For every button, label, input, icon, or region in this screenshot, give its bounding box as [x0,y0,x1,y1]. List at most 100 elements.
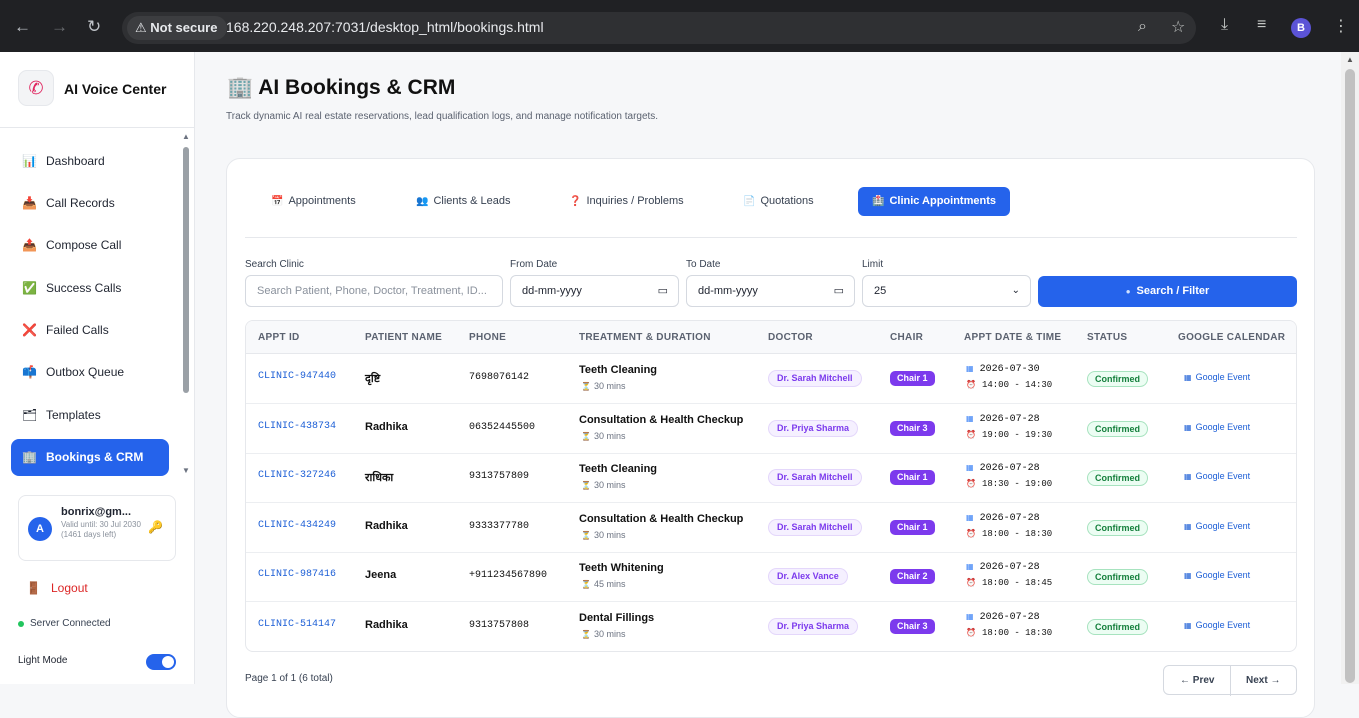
sidebar-item-compose-call[interactable]: 📤 Compose Call [11,227,169,264]
to-date-input[interactable]: dd-mm-yyyy ▭ [686,275,855,307]
days-left: (1461 days left) [61,530,117,539]
table-row[interactable]: CLINIC-987416 Jeena +911234567890 Teeth … [246,552,1296,602]
to-date-value: dd-mm-yyyy [698,285,758,297]
url-text[interactable]: 168.220.248.207:7031/desktop_html/bookin… [226,19,544,35]
phone: 9333377780 [469,521,530,532]
sidebar-item-success-calls[interactable]: ✅ Success Calls [11,270,169,307]
alarm-clock-icon: ⏰ [966,529,976,538]
appt-date: ▦ 2026-07-28 [966,513,1040,524]
prev-page-button[interactable]: ← Prev [1180,675,1214,686]
sidebar-item-label: Outbox Queue [46,365,125,379]
reload-icon[interactable]: ↻ [87,17,101,37]
appt-date: ▦ 2026-07-30 [966,364,1040,375]
duration-value: 45 mins [593,579,626,589]
column-header[interactable]: APPT DATE & TIME [964,332,1061,343]
time-value: 18:00 - 18:30 [981,628,1053,638]
phone: 7698076142 [469,372,530,383]
appt-id-link[interactable]: CLINIC-434249 [258,520,336,531]
tab-inquiries[interactable]: ❓ Inquiries / Problems [555,187,698,216]
scroll-up-icon[interactable]: ▲ [182,132,190,141]
google-event-link[interactable]: ▦ Google Event [1184,521,1250,531]
page-scroll-thumb[interactable] [1345,69,1355,683]
calendar-icon: ▦ [966,513,974,522]
table-row[interactable]: CLINIC-434249 Radhika 9333377780 Consult… [246,503,1296,553]
appt-id-link[interactable]: CLINIC-514147 [258,619,336,630]
sidebar-item-bookings-crm[interactable]: 🏢 Bookings & CRM [11,439,169,476]
zoom-icon[interactable]: ⌕ [1138,18,1147,36]
media-queue-icon[interactable]: ≡ [1257,16,1266,34]
table-row[interactable]: CLINIC-327246 राधिका 9313757809 Teeth Cl… [246,453,1296,503]
google-event-link[interactable]: ▦ Google Event [1184,372,1250,382]
from-date-value: dd-mm-yyyy [522,285,582,297]
next-page-button[interactable]: Next → [1246,675,1280,686]
page-scrollbar[interactable]: ▲ [1341,52,1359,684]
appt-id-link[interactable]: CLINIC-947440 [258,371,336,382]
search-filter-button[interactable]: ● Search / Filter [1038,276,1297,307]
address-bar[interactable]: ⚠ Not secure 168.220.248.207:7031/deskto… [122,12,1196,44]
limit-value: 25 [874,285,887,297]
column-header[interactable]: CHAIR [890,332,923,343]
status-badge: Confirmed [1087,619,1148,635]
column-header[interactable]: APPT ID [258,332,300,343]
time-value: 19:00 - 19:30 [981,430,1053,440]
google-event-link[interactable]: ▦ Google Event [1184,422,1250,432]
date-value: 2026-07-30 [979,364,1040,375]
key-icon[interactable]: 🔑 [148,520,163,534]
sidebar-item-label: Compose Call [46,238,122,252]
sidebar-item-outbox-queue[interactable]: 📫 Outbox Queue [11,354,169,391]
browser-menu-icon[interactable]: ⋮ [1333,16,1349,36]
calendar-icon[interactable]: ▭ [658,276,668,306]
appt-id-link[interactable]: CLINIC-438734 [258,421,336,432]
tab-appointments[interactable]: 📅 Appointments [257,187,370,216]
sidebar-item-templates[interactable]: 🗂 Templates [11,397,169,434]
column-header[interactable]: PATIENT NAME [365,332,442,343]
download-icon[interactable]: ⤓ [1221,16,1228,34]
search-button-label: Search / Filter [1136,285,1210,297]
tab-clinic-appointments[interactable]: 🏥 Clinic Appointments [858,187,1010,216]
sidebar-scrollbar[interactable] [183,147,189,393]
column-header[interactable]: TREATMENT & DURATION [579,332,711,343]
google-event-link[interactable]: ▦ Google Event [1184,471,1250,481]
tab-clients-leads[interactable]: 👥 Clients & Leads [402,187,525,216]
profile-avatar[interactable]: B [1291,18,1311,38]
column-header[interactable]: GOOGLE CALENDAR [1178,332,1285,343]
column-header[interactable]: DOCTOR [768,332,813,343]
security-indicator[interactable]: ⚠ Not secure [127,16,228,40]
status-badge: Confirmed [1087,569,1148,585]
limit-select[interactable]: 25 ⌄ [862,275,1031,307]
patient-name: Radhika [365,619,408,631]
from-date-input[interactable]: dd-mm-yyyy ▭ [510,275,679,307]
bookmark-star-icon[interactable]: ☆ [1171,17,1185,37]
logout-button[interactable]: 🚪 Logout [26,581,88,595]
appt-date: ▦ 2026-07-28 [966,463,1040,474]
scroll-up-icon[interactable]: ▲ [1346,55,1354,64]
status-dot [18,621,24,627]
building-icon: 🏢 [22,450,37,464]
column-header[interactable]: STATUS [1087,332,1127,343]
sidebar-item-dashboard[interactable]: 📊 Dashboard [11,143,169,180]
google-event-link[interactable]: ▦ Google Event [1184,570,1250,580]
check-icon: ✅ [22,281,37,295]
pagination: ← Prev Next → [1163,665,1297,696]
sidebar-item-call-records[interactable]: 📥 Call Records [11,185,169,222]
security-label: Not secure [150,20,218,35]
appt-id-link[interactable]: CLINIC-327246 [258,470,336,481]
column-header[interactable]: PHONE [469,332,506,343]
search-input[interactable]: Search Patient, Phone, Doctor, Treatment… [245,275,503,307]
table-row[interactable]: CLINIC-514147 Radhika 9313757808 Dental … [246,602,1296,651]
tab-quotations[interactable]: 📄 Quotations [729,187,828,216]
alarm-clock-icon: ⏰ [966,430,976,439]
table-row[interactable]: CLINIC-947440 दृष्टि 7698076142 Teeth Cl… [246,354,1296,404]
sidebar-item-failed-calls[interactable]: ❌ Failed Calls [11,312,169,349]
tab-label: Inquiries / Problems [586,195,684,207]
forward-icon[interactable]: → [51,17,68,37]
phone: +911234567890 [469,570,548,581]
table-row[interactable]: CLINIC-438734 Radhika 06352445500 Consul… [246,404,1296,454]
theme-toggle[interactable] [146,654,176,670]
google-event-link[interactable]: ▦ Google Event [1184,620,1250,630]
back-icon[interactable]: ← [14,17,31,37]
calendar-icon[interactable]: ▭ [834,276,844,306]
people-icon: 👥 [416,196,429,207]
appt-id-link[interactable]: CLINIC-987416 [258,569,336,580]
scroll-down-icon[interactable]: ▼ [182,466,190,475]
